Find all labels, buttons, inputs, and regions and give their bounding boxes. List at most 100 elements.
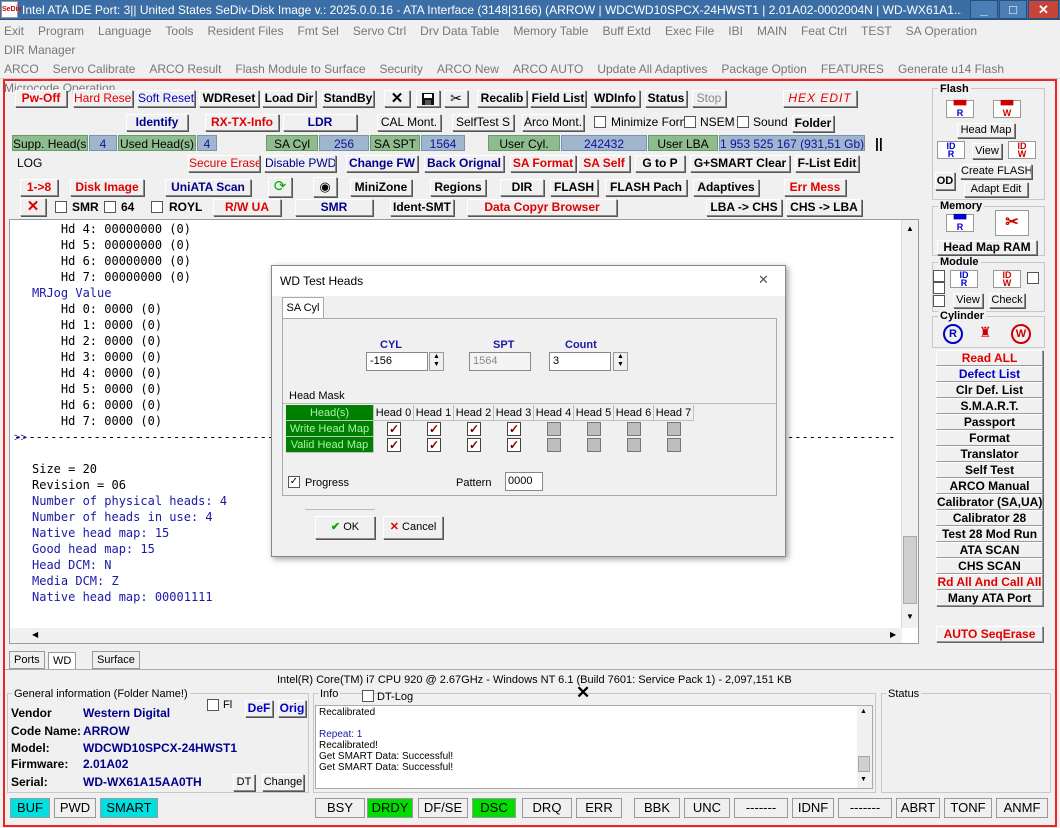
menu-item-feat-ctrl[interactable]: Feat Ctrl	[801, 22, 847, 41]
valid-head-0-checkbox[interactable]: ✓	[387, 438, 401, 452]
g-smart-clear-button[interactable]: G+SMART Clear	[690, 155, 790, 172]
wdreset-button[interactable]: WDReset	[199, 90, 259, 107]
secure-erase-button[interactable]: Secure Erase	[188, 155, 260, 172]
tab-wd[interactable]: WD	[48, 652, 77, 670]
menu-item-security[interactable]: Security	[380, 60, 423, 79]
cyl-input[interactable]: -156	[366, 352, 428, 371]
sa-self-button[interactable]: SA Self	[578, 155, 630, 172]
soft-reset-button[interactable]: Soft Reset	[137, 90, 195, 107]
refresh-icon[interactable]: ⟳	[268, 177, 292, 197]
info-close-icon[interactable]: ✕	[576, 684, 590, 701]
sixty-four-checkbox[interactable]	[104, 201, 116, 213]
dialog-close-icon[interactable]: ✕	[758, 272, 769, 288]
valid-head-3-checkbox[interactable]: ✓	[507, 438, 521, 452]
log-scroll-thumb[interactable]	[903, 536, 917, 604]
head-map-ram-button[interactable]: Head Map RAM	[937, 240, 1037, 255]
save-disk-icon[interactable]	[416, 90, 440, 107]
dt-button[interactable]: DT	[233, 774, 255, 791]
change-fw-button[interactable]: Change FW	[346, 155, 418, 172]
info-log[interactable]: Recalibrated Repeat: 1 Recalibrated! Get SM…	[315, 705, 873, 789]
disk-image-button[interactable]: Disk Image	[70, 179, 144, 196]
flash-pach-button[interactable]: FLASH Pach	[605, 179, 687, 196]
chs-scan-button[interactable]: CHS SCAN	[936, 558, 1043, 574]
menu-item-flash-module-to-surface[interactable]: Flash Module to Surface	[235, 60, 365, 79]
memory-tools-icon[interactable]: ✂	[995, 210, 1029, 236]
module-write-icon[interactable]: ID W	[993, 270, 1021, 288]
menu-item-exec-file[interactable]: Exec File	[665, 22, 714, 41]
status-button[interactable]: Status	[645, 90, 687, 107]
menu-item-sa-operation[interactable]: SA Operation	[906, 22, 977, 41]
create-flash-button[interactable]: Create FLASH	[960, 164, 1032, 179]
passport-button[interactable]: Passport	[936, 414, 1043, 430]
close-x-icon[interactable]: ✕	[384, 90, 410, 107]
menu-item-update-all-adaptives[interactable]: Update All Adaptives	[597, 60, 707, 79]
change-button[interactable]: Change	[262, 774, 304, 791]
ident-smt-button[interactable]: Ident-SMT	[390, 199, 454, 216]
data-copyr-browser-button[interactable]: Data Copyr Browser	[467, 199, 617, 216]
ok-button[interactable]: ✔ OK	[315, 516, 375, 539]
memory-read-icon[interactable]: ▀▀ R	[946, 214, 974, 232]
valid-head-4-checkbox[interactable]	[547, 438, 561, 452]
standby-button[interactable]: StandBy	[322, 90, 374, 107]
smr-checkbox[interactable]	[55, 201, 67, 213]
cylinder-tool-icon[interactable]: ♜	[979, 324, 992, 341]
dir-button[interactable]: DIR	[500, 179, 544, 196]
menu-item-arco-new[interactable]: ARCO New	[437, 60, 499, 79]
err-mess-button[interactable]: Err Mess	[784, 179, 846, 196]
menu-item-generate-u14-flash[interactable]: Generate u14 Flash	[898, 60, 1004, 79]
hex-edit-button[interactable]: HEX EDIT	[783, 90, 857, 107]
menu-item-arco[interactable]: ARCO	[4, 60, 39, 79]
format-button[interactable]: Format	[936, 430, 1043, 446]
write-head-4-checkbox[interactable]	[547, 422, 561, 436]
scroll-right-icon[interactable]: ▶	[890, 630, 896, 639]
rx-tx-info-button[interactable]: RX-TX-Info	[205, 114, 279, 131]
tab-ports[interactable]: Ports	[9, 651, 45, 669]
valid-head-1-checkbox[interactable]: ✓	[427, 438, 441, 452]
nsem-checkbox[interactable]	[684, 116, 696, 128]
minizone-button[interactable]: MiniZone	[350, 179, 412, 196]
clr-def-list-button[interactable]: Clr Def. List	[936, 382, 1043, 398]
tab-surface[interactable]: Surface	[92, 651, 140, 669]
fl-checkbox[interactable]	[207, 699, 219, 711]
log-gutter-marker[interactable]: >>	[14, 431, 27, 445]
write-head-7-checkbox[interactable]	[667, 422, 681, 436]
id-write-icon[interactable]: ID W	[1008, 141, 1036, 159]
write-head-5-checkbox[interactable]	[587, 422, 601, 436]
menu-item-package-option[interactable]: Package Option	[721, 60, 806, 79]
write-head-3-checkbox[interactable]: ✓	[507, 422, 521, 436]
module-view-button[interactable]: View	[953, 293, 983, 308]
arco-mont-button[interactable]: Arco Mont.	[522, 114, 584, 131]
menu-item-exit[interactable]: Exit	[4, 22, 24, 41]
module-read-icon[interactable]: ID R	[950, 270, 978, 288]
calibrator-28-button[interactable]: Calibrator 28	[936, 510, 1043, 526]
sound-checkbox[interactable]	[737, 116, 749, 128]
info-scroll-up-icon[interactable]: ▲	[860, 708, 867, 715]
smr-button[interactable]: SMR	[295, 199, 373, 216]
lba-to-chs-button[interactable]: LBA -> CHS	[706, 199, 782, 216]
rw-ua-button[interactable]: R/W UA	[213, 199, 281, 216]
pattern-input[interactable]: 0000	[505, 472, 543, 491]
write-head-1-checkbox[interactable]: ✓	[427, 422, 441, 436]
selftest-s-button[interactable]: SelfTest S	[452, 114, 514, 131]
one-to-eight-button[interactable]: 1->8	[20, 179, 58, 196]
cancel-button[interactable]: ✕ Cancel	[383, 516, 443, 539]
menu-item-fmt-sel[interactable]: Fmt Sel	[297, 22, 338, 41]
scroll-up-icon[interactable]: ▲	[906, 224, 914, 233]
dt-log-checkbox[interactable]	[362, 690, 374, 702]
count-input[interactable]: 3	[549, 352, 611, 371]
back-orignal-button[interactable]: Back Orignal	[424, 155, 504, 172]
read-all-button[interactable]: Read ALL	[936, 350, 1043, 366]
write-head-2-checkbox[interactable]: ✓	[467, 422, 481, 436]
auto-seqerase-button[interactable]: AUTO SeqErase	[936, 626, 1043, 642]
regions-button[interactable]: Regions	[430, 179, 486, 196]
info-scroll-thumb[interactable]	[858, 756, 870, 772]
adapt-edit-button[interactable]: Adapt Edit	[964, 182, 1028, 197]
module-checkbox-2[interactable]	[933, 282, 945, 294]
translator-button[interactable]: Translator	[936, 446, 1043, 462]
recalib-button[interactable]: Recalib	[477, 90, 527, 107]
menu-item-test[interactable]: TEST	[861, 22, 892, 41]
menu-item-features[interactable]: FEATURES	[821, 60, 884, 79]
menu-item-drv-data-table[interactable]: Drv Data Table	[420, 22, 499, 41]
spt-input[interactable]: 1564	[469, 352, 531, 371]
menu-item-ibi[interactable]: IBI	[728, 22, 743, 41]
